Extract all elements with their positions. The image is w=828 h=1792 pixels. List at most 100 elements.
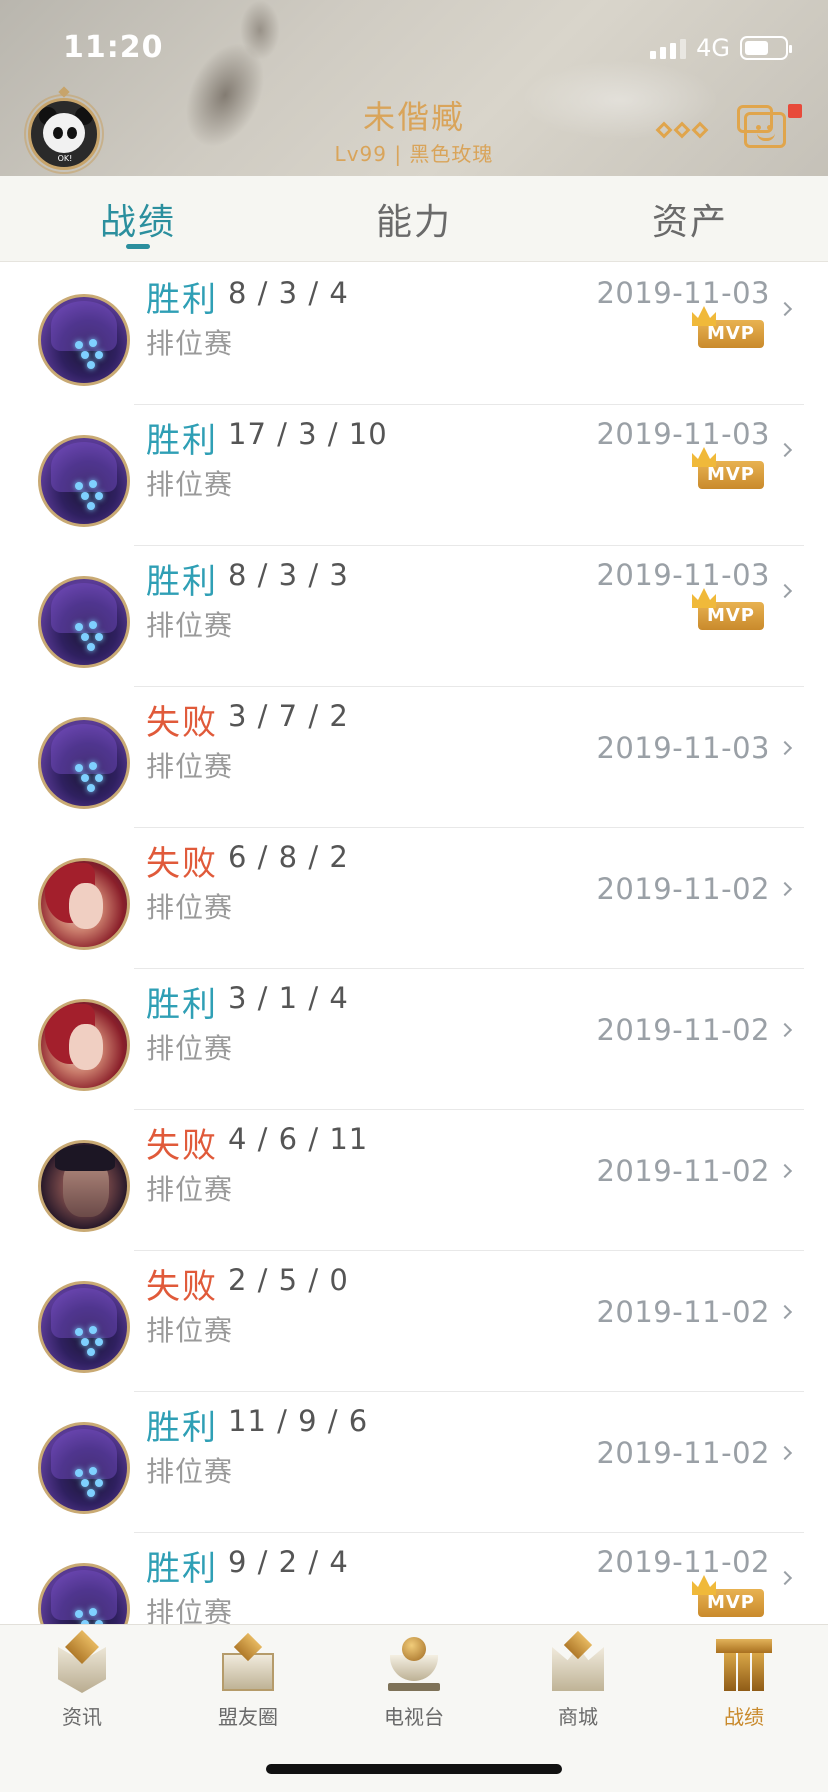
match-mode: 排位赛: [146, 1455, 234, 1488]
nav-item-record[interactable]: 战绩: [684, 1635, 804, 1730]
nav-label: 战绩: [724, 1705, 764, 1729]
news-icon: [52, 1630, 112, 1695]
match-mode: 排位赛: [146, 609, 234, 642]
match-kda: 11 / 9 / 6: [228, 1404, 369, 1438]
match-result: 失败: [146, 844, 218, 884]
match-date: 2019-11-03: [596, 731, 770, 765]
match-result: 胜利: [146, 985, 218, 1025]
match-date: 2019-11-03: [596, 417, 770, 451]
match-date: 2019-11-02: [596, 1545, 770, 1579]
match-kda: 9 / 2 / 4: [228, 1545, 349, 1579]
match-date: 2019-11-02: [596, 1295, 770, 1329]
chevron-right-icon: [777, 1304, 793, 1320]
mvp-label: MVP: [706, 464, 756, 485]
notification-dot: [788, 104, 802, 118]
chevron-right-icon: [777, 740, 793, 756]
more-icon[interactable]: [655, 121, 709, 139]
tab-ability[interactable]: 能力: [276, 176, 552, 261]
tab-record[interactable]: 战绩: [0, 176, 276, 261]
mvp-badge: MVP: [692, 447, 764, 489]
tab-active-indicator: [126, 244, 150, 249]
match-result: 胜利: [146, 1408, 218, 1448]
match-result: 胜利: [146, 280, 218, 320]
hero-avatar: [38, 1422, 130, 1514]
match-mode: 排位赛: [146, 1596, 234, 1624]
match-row[interactable]: 胜利 9 / 2 / 4 排位赛 2019-11-02 MVP: [0, 1533, 828, 1624]
match-row[interactable]: 胜利 3 / 1 / 4 排位赛 2019-11-02: [0, 969, 828, 1110]
match-row[interactable]: 失败 2 / 5 / 0 排位赛 2019-11-02: [0, 1251, 828, 1392]
nav-item-news[interactable]: 资讯: [22, 1630, 142, 1730]
nav-label: 盟友圈: [218, 1705, 278, 1729]
hero-avatar: [38, 1140, 130, 1232]
chevron-right-icon: [777, 583, 793, 599]
match-row[interactable]: 失败 3 / 7 / 2 排位赛 2019-11-03: [0, 687, 828, 828]
nav-item-tv[interactable]: 电视台: [354, 1635, 474, 1730]
match-kda: 8 / 3 / 4: [228, 276, 349, 310]
match-result: 失败: [146, 1126, 218, 1166]
status-time: 11:20: [63, 30, 164, 65]
hero-avatar: [38, 1281, 130, 1373]
match-row[interactable]: 胜利 8 / 3 / 3 排位赛 2019-11-03 MVP: [0, 546, 828, 687]
shop-icon: [548, 1630, 608, 1695]
tv-icon: [384, 1635, 444, 1695]
signal-icon: [650, 37, 687, 59]
chevron-right-icon: [777, 881, 793, 897]
match-date: 2019-11-02: [596, 1013, 770, 1047]
match-mode: 排位赛: [146, 1314, 234, 1347]
match-date: 2019-11-03: [596, 276, 770, 310]
tab-assets[interactable]: 资产: [552, 176, 828, 261]
match-row[interactable]: 失败 6 / 8 / 2 排位赛 2019-11-02: [0, 828, 828, 969]
profile-header: 11:20 4G OK! 未偕臧 Lv99 | 黑色玫瑰: [0, 0, 828, 176]
match-kda: 3 / 7 / 2: [228, 699, 349, 733]
match-kda: 17 / 3 / 10: [228, 417, 388, 451]
mvp-label: MVP: [706, 605, 756, 626]
match-mode: 排位赛: [146, 891, 234, 924]
match-row[interactable]: 失败 4 / 6 / 11 排位赛 2019-11-02: [0, 1110, 828, 1251]
match-kda: 2 / 5 / 0: [228, 1263, 349, 1297]
match-result: 胜利: [146, 562, 218, 602]
match-mode: 排位赛: [146, 750, 234, 783]
network-type: 4G: [696, 34, 730, 62]
match-date: 2019-11-03: [596, 558, 770, 592]
user-level-line: Lv99 | 黑色玫瑰: [334, 142, 494, 166]
chat-icon[interactable]: [737, 105, 786, 148]
match-row[interactable]: 胜利 17 / 3 / 10 排位赛 2019-11-03 MVP: [0, 405, 828, 546]
hero-avatar: [38, 294, 130, 386]
tab-label: 能力: [375, 201, 452, 243]
match-mode: 排位赛: [146, 1173, 234, 1206]
match-kda: 8 / 3 / 3: [228, 558, 349, 592]
chevron-right-icon: [777, 1022, 793, 1038]
match-result: 失败: [146, 1267, 218, 1307]
match-mode: 排位赛: [146, 1032, 234, 1065]
mvp-badge: MVP: [692, 1575, 764, 1617]
friends-icon: [218, 1632, 278, 1695]
record-icon: [714, 1635, 774, 1695]
hero-avatar: [38, 717, 130, 809]
tab-label: 资产: [651, 201, 728, 243]
match-mode: 排位赛: [146, 468, 234, 501]
chevron-right-icon: [777, 301, 793, 317]
battery-icon: [740, 36, 792, 60]
match-kda: 3 / 1 / 4: [228, 981, 349, 1015]
chevron-right-icon: [777, 1445, 793, 1461]
home-indicator[interactable]: [266, 1764, 562, 1774]
mvp-badge: MVP: [692, 588, 764, 630]
match-kda: 4 / 6 / 11: [228, 1122, 369, 1156]
hero-avatar: [38, 435, 130, 527]
status-indicators: 4G: [650, 34, 792, 62]
tab-bar: 战绩 能力 资产: [0, 176, 828, 262]
nav-item-shop[interactable]: 商城: [518, 1630, 638, 1730]
tab-label: 战绩: [99, 201, 176, 243]
match-result: 胜利: [146, 1549, 218, 1589]
match-row[interactable]: 胜利 8 / 3 / 4 排位赛 2019-11-03 MVP: [0, 264, 828, 405]
hero-avatar: [38, 1563, 130, 1624]
match-date: 2019-11-02: [596, 1154, 770, 1188]
mvp-label: MVP: [706, 1592, 756, 1613]
hero-avatar: [38, 858, 130, 950]
chevron-right-icon: [777, 442, 793, 458]
match-date: 2019-11-02: [596, 872, 770, 906]
nav-label: 电视台: [384, 1705, 444, 1729]
nav-item-friends[interactable]: 盟友圈: [188, 1632, 308, 1730]
nav-label: 资讯: [62, 1705, 102, 1729]
match-row[interactable]: 胜利 11 / 9 / 6 排位赛 2019-11-02: [0, 1392, 828, 1533]
